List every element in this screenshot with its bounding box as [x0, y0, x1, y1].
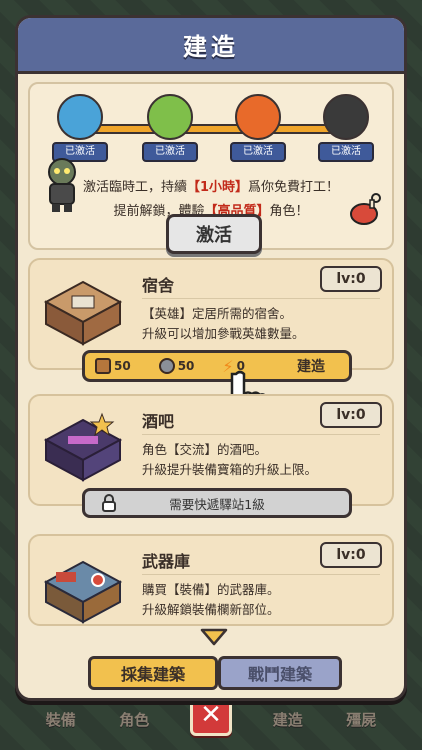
building-level-badge: lv:0 [320, 266, 382, 292]
nav-build[interactable]: 建造 [258, 709, 318, 730]
building-description: 角色【交流】的酒吧。 升級提升裝備寶箱的升級上限。 [142, 440, 317, 480]
lock-icon [102, 494, 116, 512]
armory-building-icon [43, 560, 123, 624]
building-name: 宿舍 [142, 276, 175, 295]
hero-avatar-icon [57, 94, 103, 140]
nav-zombie[interactable]: 殭屍 [331, 709, 391, 730]
build-panel: 建造 已激活 已激活 已激活 已激活 激活臨時工，持續【1小時】爲你免費打工！ … [15, 15, 407, 701]
nav-equip[interactable]: 裝備 [31, 709, 91, 730]
stone-icon [158, 358, 175, 374]
zombie-character-icon [48, 158, 76, 212]
hero-status-badge: 已激活 [230, 142, 286, 162]
divider [142, 434, 380, 435]
wood-icon [95, 358, 111, 374]
hero-avatar-icon [323, 94, 369, 140]
stone-cost-value: 50 [177, 359, 195, 373]
building-card-armory[interactable]: 武器庫 lv:0 購買【裝備】的武器庫。 升級解鎖裝備欄新部位。 [28, 534, 394, 626]
hero-avatar-icon [235, 94, 281, 140]
lock-requirement-text: 需要快遞驛站1級 [169, 496, 265, 512]
building-desc-line1: 【英雄】定居所需的宿舍。 [142, 306, 293, 321]
hero-4[interactable]: 已激活 [318, 94, 374, 166]
meat-icon [350, 193, 381, 225]
hero-3[interactable]: 已激活 [230, 94, 286, 166]
building-description: 購買【裝備】的武器庫。 升級解鎖裝備欄新部位。 [142, 580, 280, 620]
building-desc-line2: 升級解鎖裝備欄新部位。 [142, 602, 280, 617]
wood-cost: 50 [95, 358, 131, 374]
hero-line1-highlight: 【1小時】 [186, 180, 249, 195]
building-desc-line1: 購買【裝備】的武器庫。 [142, 582, 280, 597]
close-icon: ✕ [200, 700, 222, 730]
building-level-badge: lv:0 [320, 542, 382, 568]
hero-line1-suffix: 爲你免費打工！ [248, 180, 340, 195]
locked-requirement-bar[interactable]: 需要快遞驛站1級 [82, 488, 352, 518]
stone-cost: 50 [158, 358, 195, 374]
nav-role[interactable]: 角色 [104, 709, 164, 730]
page-title: 建造 [183, 33, 239, 61]
wood-cost-value: 50 [114, 359, 131, 373]
building-desc-line2: 升級提升裝備寶箱的升級上限。 [142, 462, 318, 477]
hero-progress-track [70, 124, 360, 134]
building-desc-line1: 角色【交流】的酒吧。 [142, 442, 268, 457]
hero-line1-text: 激活臨時工，持續 [82, 180, 187, 195]
building-desc-line2: 升級可以增加參戰英雄數量。 [142, 326, 305, 341]
title-bar: 建造 [18, 18, 404, 74]
bar-building-icon [43, 412, 123, 482]
activate-button[interactable]: 激活 [166, 214, 262, 254]
scroll-down-icon[interactable] [200, 628, 228, 646]
hero-status-badge: 已激活 [318, 142, 374, 162]
build-label: 建造 [297, 359, 325, 375]
building-level-badge: lv:0 [320, 402, 382, 428]
building-name: 武器庫 [142, 552, 191, 571]
hero-desc-line1: 激活臨時工，持續【1小時】爲你免費打工！ [30, 176, 392, 195]
building-description: 【英雄】定居所需的宿舍。 升級可以增加參戰英雄數量。 [142, 304, 305, 344]
divider [142, 298, 380, 299]
hero-line2-suffix: 角色！ [269, 204, 309, 219]
divider [142, 574, 380, 575]
hero-status-badge: 已激活 [142, 142, 198, 162]
dorm-building-icon [43, 280, 123, 346]
tab-battle-buildings[interactable]: 戰鬥建築 [218, 656, 342, 690]
tab-gather-buildings[interactable]: 採集建築 [88, 656, 218, 690]
hero-avatar-icon [147, 94, 193, 140]
building-name: 酒吧 [142, 412, 175, 431]
hero-2[interactable]: 已激活 [142, 94, 198, 166]
